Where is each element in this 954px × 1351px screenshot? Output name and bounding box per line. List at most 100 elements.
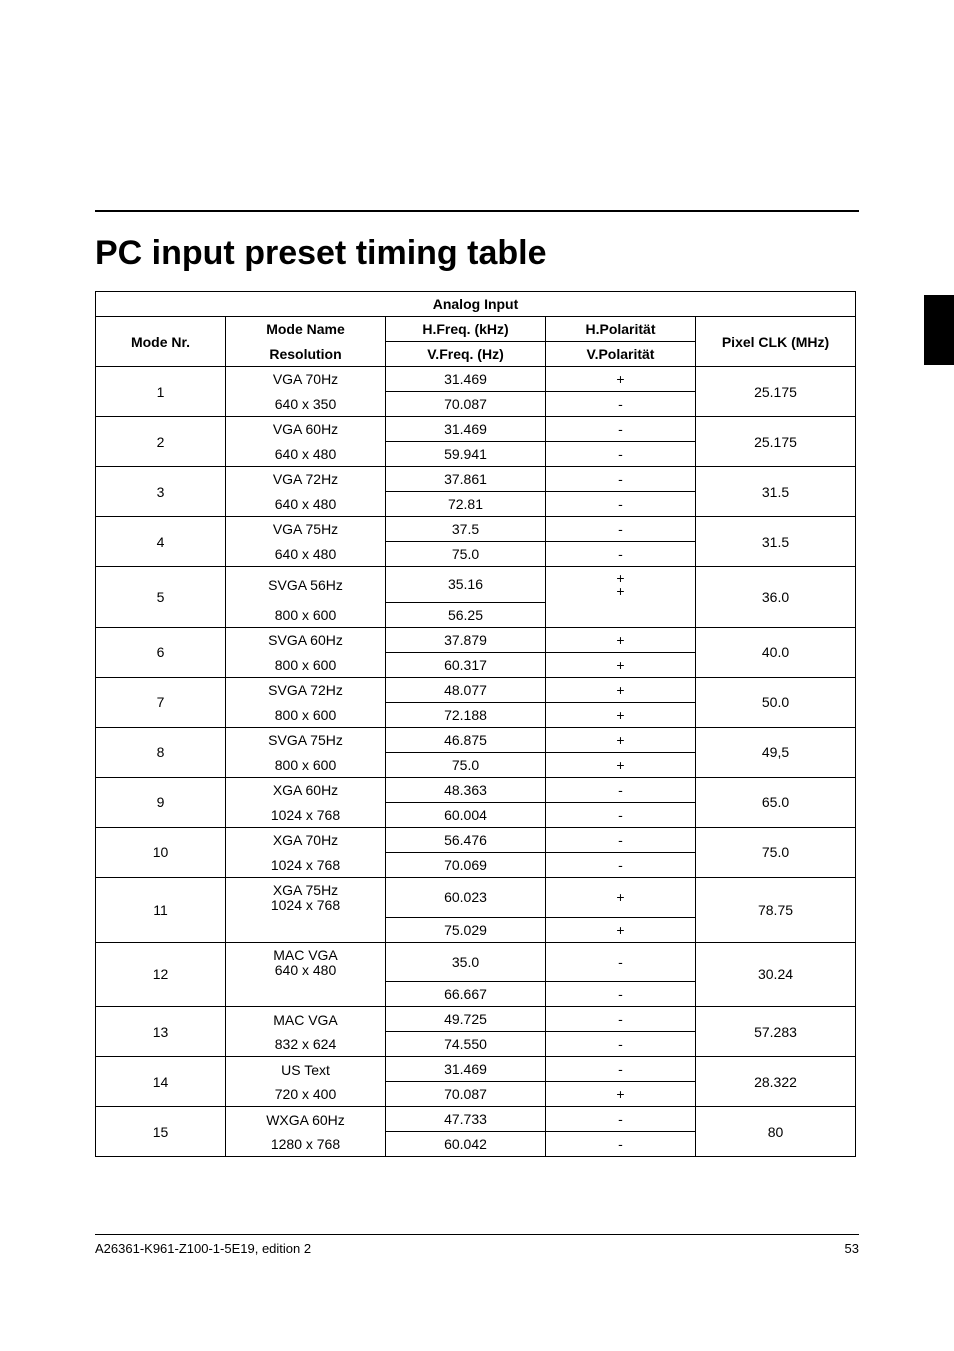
side-tab-marker [924, 295, 954, 365]
table-cell-pixel: 80 [696, 1107, 856, 1157]
table-cell-res: 800 x 600 [226, 752, 386, 777]
table-cell-vfreq: 74.550 [386, 1032, 546, 1057]
table-cell-vfreq: 70.087 [386, 392, 546, 417]
table-cell-hpol: + [546, 727, 696, 752]
table-cell-res: 832 x 624 [226, 1032, 386, 1057]
table-cell-pixel: 50.0 [696, 677, 856, 727]
table-cell-nr: 11 [96, 877, 226, 942]
timing-table: Analog Input Mode Nr. Mode Name H.Freq. … [95, 291, 856, 1157]
table-cell-vpol: - [546, 392, 696, 417]
table-cell-hfreq: 37.879 [386, 627, 546, 652]
table-cell-name: VGA 72Hz [226, 467, 386, 492]
col-mode-nr: Mode Nr. [96, 317, 226, 367]
col-pixel: Pixel CLK (MHz) [696, 317, 856, 367]
table-cell-hpol: - [546, 417, 696, 442]
table-cell-name: WXGA 60Hz [226, 1107, 386, 1132]
col-vfreq: V.Freq. (Hz) [386, 342, 546, 367]
table-cell-hpol: - [546, 517, 696, 542]
table-cell-nr: 7 [96, 677, 226, 727]
table-cell-res: 1280 x 768 [226, 1132, 386, 1157]
table-cell-nr: 5 [96, 567, 226, 628]
col-resolution: Resolution [226, 342, 386, 367]
table-cell-res: 640 x 480 [226, 442, 386, 467]
table-cell-vfreq: 60.042 [386, 1132, 546, 1157]
table-cell-hpol: + [546, 367, 696, 392]
table-cell-hfreq: 35.0 [386, 942, 546, 982]
table-cell-name: SVGA 75Hz [226, 727, 386, 752]
table-cell-hfreq: 31.469 [386, 417, 546, 442]
table-cell-pixel: 25.175 [696, 417, 856, 467]
table-cell-hfreq: 56.476 [386, 827, 546, 852]
table-cell-vfreq: 75.0 [386, 752, 546, 777]
table-cell-res [226, 917, 386, 942]
table-cell-pixel: 40.0 [696, 627, 856, 677]
table-cell-res: 640 x 480 [226, 542, 386, 567]
table-cell-vpol: - [546, 1032, 696, 1057]
table-cell-vfreq: 70.069 [386, 852, 546, 877]
table-cell-nr: 14 [96, 1057, 226, 1107]
table-cell-nr: 6 [96, 627, 226, 677]
table-cell-vpol: + [546, 1082, 696, 1107]
table-cell-pixel: 25.175 [696, 367, 856, 417]
table-cell-vpol: + [546, 652, 696, 677]
table-cell-vfreq: 56.25 [386, 602, 546, 627]
table-cell-vpol: - [546, 492, 696, 517]
table-cell-nr: 12 [96, 942, 226, 1007]
table-cell-vpol: + [546, 702, 696, 727]
table-cell-vfreq: 72.81 [386, 492, 546, 517]
table-cell-hfreq: 37.861 [386, 467, 546, 492]
table-cell-hpol: - [546, 777, 696, 802]
table-cell-hfreq: 35.16 [386, 567, 546, 603]
col-hpol: H.Polarität [546, 317, 696, 342]
table-cell-name: VGA 70Hz [226, 367, 386, 392]
footer-right: 53 [845, 1241, 859, 1256]
table-cell-hpol: + [546, 677, 696, 702]
table-cell-hpol: - [546, 1057, 696, 1082]
table-cell-nr: 4 [96, 517, 226, 567]
table-cell-vpol [546, 602, 696, 627]
table-cell-nr: 13 [96, 1007, 226, 1057]
table-cell-nr: 10 [96, 827, 226, 877]
table-cell-vfreq: 59.941 [386, 442, 546, 467]
table-cell-name: XGA 70Hz [226, 827, 386, 852]
table-cell-nr: 8 [96, 727, 226, 777]
table-cell-nr: 3 [96, 467, 226, 517]
page-title: PC input preset timing table [95, 234, 859, 273]
table-cell-name: SVGA 56Hz [226, 567, 386, 603]
table-cell-res: 720 x 400 [226, 1082, 386, 1107]
table-cell-nr: 2 [96, 417, 226, 467]
table-cell-res: 800 x 600 [226, 602, 386, 627]
table-cell-name: SVGA 72Hz [226, 677, 386, 702]
table-cell-vpol: - [546, 442, 696, 467]
table-cell-hfreq: 31.469 [386, 367, 546, 392]
table-cell-pixel: 30.24 [696, 942, 856, 1007]
col-mode-name: Mode Name [226, 317, 386, 342]
table-cell-nr: 9 [96, 777, 226, 827]
table-cell-hfreq: 47.733 [386, 1107, 546, 1132]
table-cell-vpol: - [546, 852, 696, 877]
table-cell-res [226, 982, 386, 1007]
table-cell-vpol: + [546, 917, 696, 942]
table-cell-res: 800 x 600 [226, 652, 386, 677]
table-cell-hpol: + [546, 627, 696, 652]
table-cell-pixel: 75.0 [696, 827, 856, 877]
table-cell-hfreq: 31.469 [386, 1057, 546, 1082]
table-cell-hpol: + [546, 877, 696, 917]
table-cell-name: VGA 60Hz [226, 417, 386, 442]
table-cell-hpol: ++ [546, 567, 696, 603]
table-cell-pixel: 65.0 [696, 777, 856, 827]
table-cell-vfreq: 60.004 [386, 802, 546, 827]
table-cell-hfreq: 48.363 [386, 777, 546, 802]
footer-left: A26361-K961-Z100-1-5E19, edition 2 [95, 1241, 311, 1256]
table-cell-hpol: - [546, 467, 696, 492]
table-cell-pixel: 31.5 [696, 467, 856, 517]
table-cell-name: XGA 60Hz [226, 777, 386, 802]
table-cell-hpol: - [546, 1007, 696, 1032]
table-cell-hfreq: 49.725 [386, 1007, 546, 1032]
table-cell-vfreq: 75.0 [386, 542, 546, 567]
table-cell-res: 640 x 480 [226, 492, 386, 517]
table-cell-name: XGA 75Hz1024 x 768 [226, 877, 386, 917]
table-cell-vpol: - [546, 1132, 696, 1157]
table-cell-res: 800 x 600 [226, 702, 386, 727]
page-footer: A26361-K961-Z100-1-5E19, edition 2 53 [95, 1234, 859, 1256]
